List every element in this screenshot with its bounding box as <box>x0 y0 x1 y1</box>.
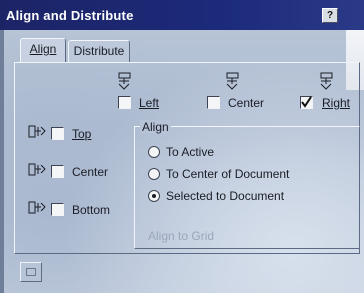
selected-to-document-label: Selected to Document <box>166 189 285 203</box>
to-active-radio[interactable] <box>148 146 160 158</box>
center-h-label: Center <box>228 96 265 110</box>
tab-align-label: Align <box>29 42 57 56</box>
align-top-icon <box>28 125 46 138</box>
align-left-icon <box>118 72 131 90</box>
center-v-checkbox[interactable] <box>51 165 64 178</box>
top-label: Top <box>72 127 92 141</box>
align-center-icon <box>226 72 239 90</box>
left-checkbox[interactable] <box>118 96 131 109</box>
bottom-label: Bottom <box>72 203 111 217</box>
to-center-radio[interactable] <box>148 168 160 180</box>
bottom-checkbox[interactable] <box>51 203 64 216</box>
align-right-icon <box>320 72 333 90</box>
right-checkbox[interactable] <box>300 96 313 109</box>
tab-distribute[interactable]: Distribute <box>68 40 130 62</box>
center-v-label: Center <box>72 165 109 179</box>
align-preview-button[interactable] <box>20 262 42 282</box>
top-checkbox[interactable] <box>51 127 64 140</box>
to-center-label: To Center of Document <box>166 167 290 181</box>
right-label: Right <box>322 96 351 110</box>
checkmark-icon <box>301 96 312 108</box>
align-bottom-icon <box>28 201 46 214</box>
to-active-label: To Active <box>166 145 215 159</box>
title-bar: Align and Distribute ? <box>0 0 364 30</box>
preview-icon <box>26 268 36 276</box>
align-group-title: Align <box>140 120 171 134</box>
tab-distribute-label: Distribute <box>73 44 125 58</box>
align-middle-icon <box>28 163 46 176</box>
align-to-grid-button[interactable]: Align to Grid <box>148 229 214 243</box>
dialog-left-edge <box>0 30 4 293</box>
left-label: Left <box>139 96 160 110</box>
tab-align[interactable]: Align <box>20 38 66 63</box>
help-button[interactable]: ? <box>322 8 338 23</box>
center-h-checkbox[interactable] <box>207 96 220 109</box>
selected-to-document-radio[interactable] <box>148 190 160 202</box>
window-title: Align and Distribute <box>6 8 134 23</box>
